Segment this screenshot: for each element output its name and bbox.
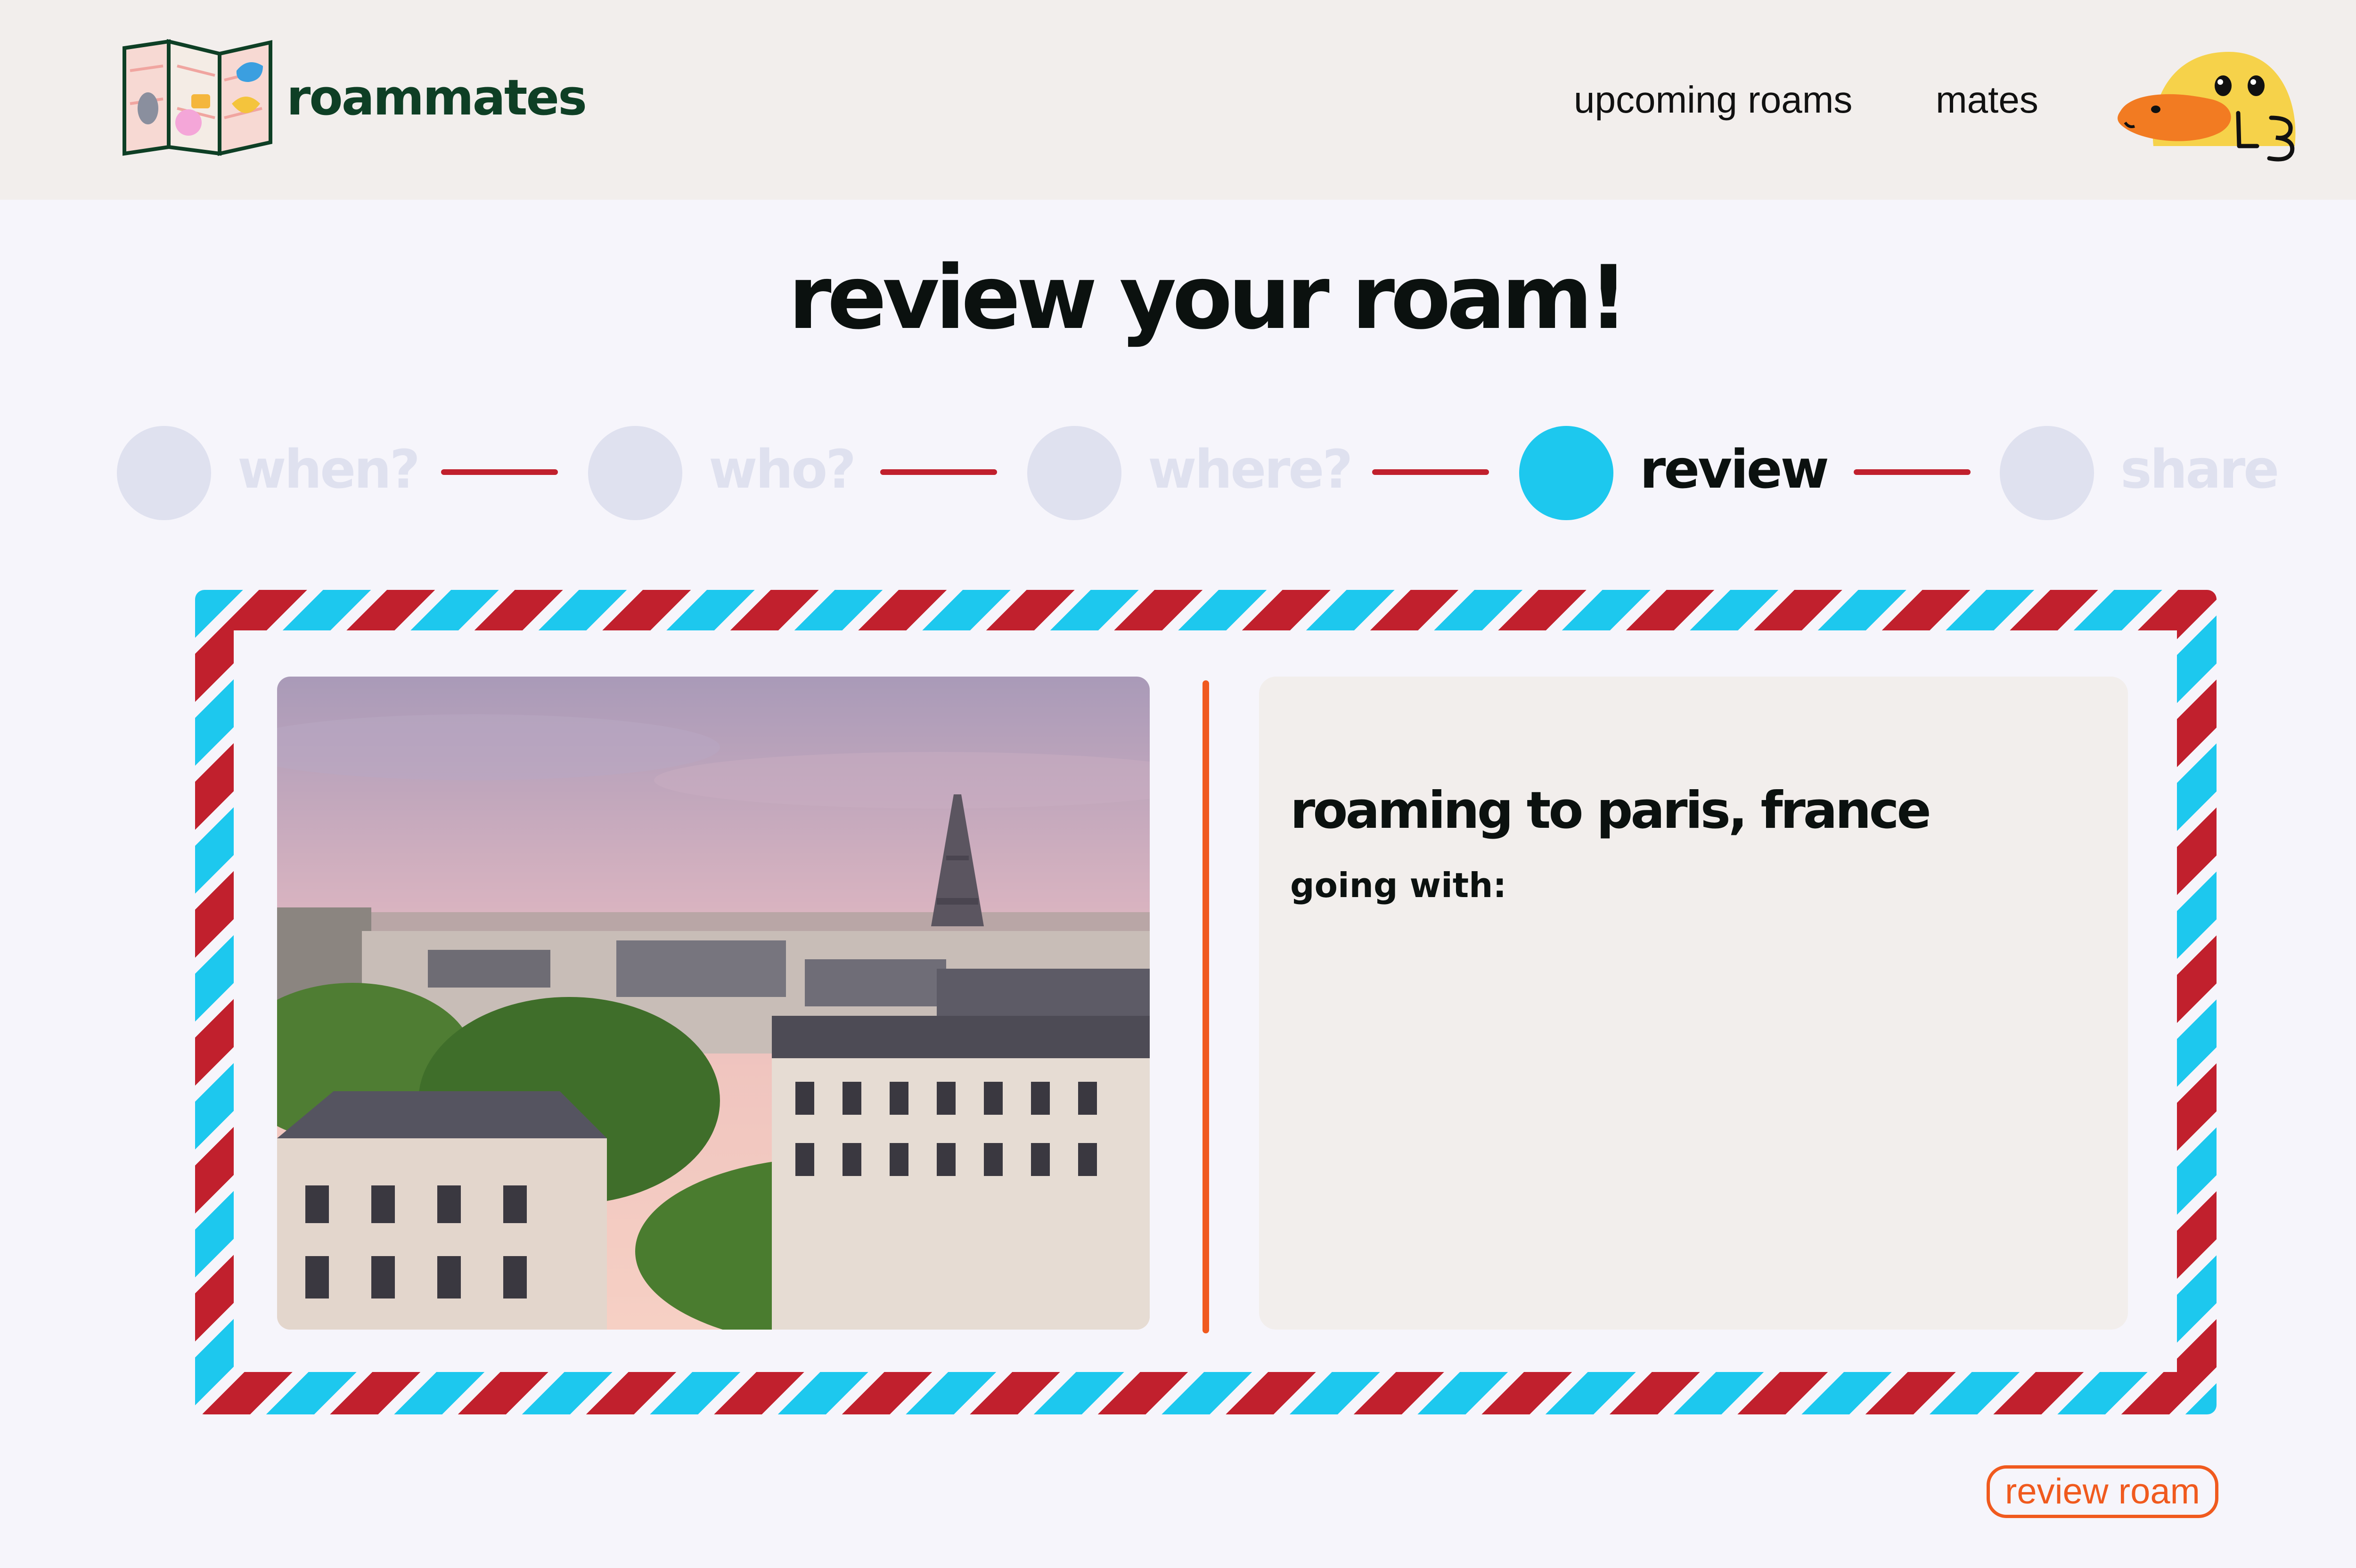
page-title: review your roam! <box>788 246 1628 349</box>
step-share-label[interactable]: share <box>2120 438 2279 501</box>
step-connector <box>1372 469 1489 475</box>
step-connector <box>441 469 558 475</box>
card-divider <box>1203 680 1209 1333</box>
folded-map-logo-icon[interactable] <box>121 38 274 156</box>
step-when-label[interactable]: when? <box>237 438 420 501</box>
step-who-label[interactable]: who? <box>709 438 856 501</box>
step-connector <box>1854 469 1971 475</box>
duck-avatar-icon[interactable] <box>2111 28 2323 170</box>
step-when-dot[interactable] <box>117 426 211 520</box>
destination-photo <box>277 677 1150 1330</box>
going-with-label: going with: <box>1290 866 1507 905</box>
nav-upcoming-roams[interactable]: upcoming roams <box>1574 81 1852 119</box>
nav-mates[interactable]: mates <box>1936 81 2038 119</box>
trip-destination-title: roaming to paris, france <box>1290 781 1931 840</box>
step-where-dot[interactable] <box>1027 426 1121 520</box>
step-review-dot[interactable] <box>1519 426 1613 520</box>
brand-name[interactable]: roammates <box>286 69 587 126</box>
step-share-dot[interactable] <box>2000 426 2094 520</box>
app-header: roammates upcoming roams mates <box>0 0 2356 200</box>
review-roam-button[interactable]: review roam <box>1987 1465 2218 1518</box>
step-review-label[interactable]: review <box>1640 438 1829 501</box>
trip-info-panel: roaming to paris, france going with: <box>1259 677 2128 1330</box>
step-who-dot[interactable] <box>588 426 682 520</box>
step-where-label[interactable]: where? <box>1148 438 1353 501</box>
step-connector <box>880 469 997 475</box>
